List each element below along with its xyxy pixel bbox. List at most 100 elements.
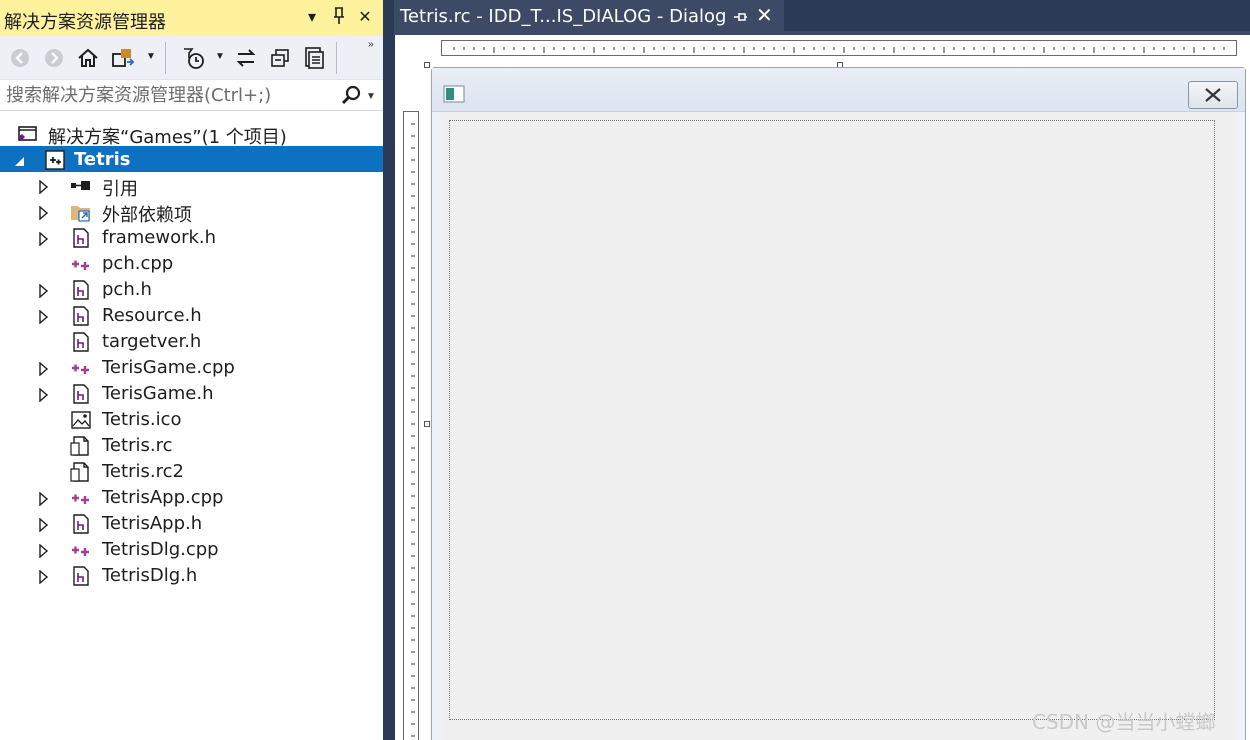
tree-item-label: TetrisApp.cpp bbox=[102, 487, 224, 508]
horizontal-ruler bbox=[441, 40, 1237, 56]
cpp-file-icon bbox=[70, 539, 92, 561]
collapsed-arrow-icon[interactable] bbox=[38, 568, 50, 585]
watermark: CSDN @当当小螳螂 bbox=[1032, 710, 1216, 734]
header-file-icon bbox=[70, 383, 92, 405]
tree-item[interactable]: 引用 bbox=[0, 172, 383, 200]
tree-item[interactable]: pch.h bbox=[0, 276, 383, 302]
collapsed-arrow-icon[interactable] bbox=[38, 178, 50, 195]
collapse-all-icon[interactable] bbox=[266, 44, 294, 72]
search-input[interactable] bbox=[0, 81, 334, 110]
panel-menu-dropdown-icon[interactable]: ▾ bbox=[302, 7, 322, 29]
resize-handle[interactable] bbox=[424, 62, 430, 68]
solution-icon bbox=[16, 123, 38, 145]
panel-title-bar: 解决方案资源管理器 ▾ ✕ bbox=[0, 0, 383, 36]
toolbar-separator bbox=[165, 42, 166, 74]
tree-item-label: pch.cpp bbox=[102, 253, 174, 274]
tree-item[interactable]: pch.cpp bbox=[0, 250, 383, 276]
collapsed-arrow-icon[interactable] bbox=[38, 386, 50, 403]
panel-pin-icon[interactable] bbox=[329, 7, 349, 29]
sync-icon[interactable] bbox=[232, 44, 260, 72]
tree-item[interactable]: TetrisDlg.h bbox=[0, 562, 383, 588]
tree-item[interactable]: TerisGame.cpp bbox=[0, 354, 383, 380]
tree-item-label: TetrisDlg.cpp bbox=[102, 539, 219, 560]
toolbar-overflow-icon[interactable]: » bbox=[368, 39, 374, 50]
document-tab-title: Tetris.rc - IDD_T...IS_DIALOG - Dialog bbox=[400, 6, 727, 27]
tree-item[interactable]: TetrisDlg.cpp bbox=[0, 536, 383, 562]
tree-item[interactable]: Tetris.ico bbox=[0, 406, 383, 432]
forward-icon[interactable] bbox=[40, 44, 68, 72]
tab-pin-icon[interactable] bbox=[732, 9, 748, 25]
tree-item-label: pch.h bbox=[102, 279, 152, 300]
collapsed-arrow-icon[interactable] bbox=[38, 204, 50, 221]
collapsed-arrow-icon[interactable] bbox=[38, 542, 50, 559]
cpp-project-icon bbox=[44, 149, 66, 171]
tree-item-label: TerisGame.cpp bbox=[102, 357, 235, 378]
search-options-dropdown-icon[interactable]: ▼ bbox=[366, 91, 376, 102]
header-file-icon bbox=[70, 565, 92, 587]
toolbar-separator bbox=[336, 42, 337, 74]
tree-solution-node[interactable]: 解决方案“Games”(1 个项目) bbox=[0, 120, 383, 148]
panel-title: 解决方案资源管理器 bbox=[4, 12, 166, 33]
horizontal-ruler-ticks bbox=[453, 47, 1225, 53]
document-tab[interactable]: Tetris.rc - IDD_T...IS_DIALOG - Dialog ✕ bbox=[394, 0, 784, 33]
tree-item-label: Tetris.ico bbox=[102, 409, 182, 430]
dialog-window-icon bbox=[443, 85, 465, 103]
tree-project-node[interactable]: Tetris bbox=[0, 146, 383, 172]
tree-item-label: Tetris.rc bbox=[102, 435, 173, 456]
tree-item[interactable]: TerisGame.h bbox=[0, 380, 383, 406]
vertical-ruler bbox=[403, 111, 419, 740]
cpp-file-icon bbox=[70, 253, 92, 275]
solution-explorer-toolbar: ▼ ▼ » bbox=[0, 36, 383, 80]
tree-item[interactable]: Tetris.rc2 bbox=[0, 458, 383, 484]
tree-item[interactable]: 外部依赖项 bbox=[0, 198, 383, 226]
panel-close-icon[interactable]: ✕ bbox=[355, 7, 375, 29]
header-file-icon bbox=[70, 305, 92, 327]
panel-splitter[interactable] bbox=[383, 0, 395, 740]
cpp-file-icon bbox=[70, 487, 92, 509]
home-icon[interactable] bbox=[74, 44, 102, 72]
header-file-icon bbox=[70, 227, 92, 249]
tree-item[interactable]: TetrisApp.h bbox=[0, 510, 383, 536]
back-icon[interactable] bbox=[6, 44, 34, 72]
switch-views-dropdown-icon[interactable]: ▼ bbox=[146, 51, 156, 62]
image-file-icon bbox=[70, 409, 92, 431]
tab-close-icon[interactable]: ✕ bbox=[756, 5, 776, 27]
collapsed-arrow-icon[interactable] bbox=[38, 230, 50, 247]
dialog-editor-canvas[interactable] bbox=[395, 35, 1250, 740]
tree-item-label: Tetris.rc2 bbox=[102, 461, 184, 482]
switch-views-icon[interactable] bbox=[110, 44, 138, 72]
tree-item-label: Resource.h bbox=[102, 305, 202, 326]
pending-changes-filter-icon[interactable] bbox=[180, 44, 208, 72]
collapsed-arrow-icon[interactable] bbox=[38, 308, 50, 325]
expanded-arrow-icon[interactable] bbox=[14, 152, 26, 166]
search-box: ▼ bbox=[0, 81, 383, 111]
external-dependencies-icon bbox=[70, 201, 92, 223]
tree-item[interactable]: Tetris.rc bbox=[0, 432, 383, 458]
resource-file-icon bbox=[70, 461, 92, 483]
collapsed-arrow-icon[interactable] bbox=[38, 516, 50, 533]
header-file-icon bbox=[70, 331, 92, 353]
tree-item[interactable]: targetver.h bbox=[0, 328, 383, 354]
solution-explorer-panel: 解决方案资源管理器 ▾ ✕ ▼ ▼ » 搜索解决方案资源管理器(Ctrl+;) … bbox=[0, 0, 383, 740]
header-file-icon bbox=[70, 513, 92, 535]
collapsed-arrow-icon[interactable] bbox=[38, 282, 50, 299]
project-label: Tetris bbox=[74, 149, 131, 170]
tree-item-label: TerisGame.h bbox=[102, 383, 214, 404]
tree-item-label: TetrisApp.h bbox=[102, 513, 203, 534]
vertical-ruler-ticks bbox=[411, 123, 415, 737]
references-icon bbox=[70, 175, 92, 197]
dialog-margin-guide bbox=[449, 120, 1215, 720]
cpp-file-icon bbox=[70, 357, 92, 379]
search-icon[interactable] bbox=[340, 85, 362, 107]
filter-dropdown-icon[interactable]: ▼ bbox=[215, 51, 225, 62]
show-all-files-icon[interactable] bbox=[300, 44, 328, 72]
close-icon bbox=[1205, 88, 1221, 102]
tree-item[interactable]: Resource.h bbox=[0, 302, 383, 328]
dialog-close-button[interactable] bbox=[1188, 81, 1238, 109]
dialog-preview[interactable] bbox=[431, 67, 1246, 740]
collapsed-arrow-icon[interactable] bbox=[38, 360, 50, 377]
collapsed-arrow-icon[interactable] bbox=[38, 490, 50, 507]
tree-item[interactable]: TetrisApp.cpp bbox=[0, 484, 383, 510]
tree-item[interactable]: framework.h bbox=[0, 224, 383, 250]
resize-handle[interactable] bbox=[424, 421, 430, 427]
